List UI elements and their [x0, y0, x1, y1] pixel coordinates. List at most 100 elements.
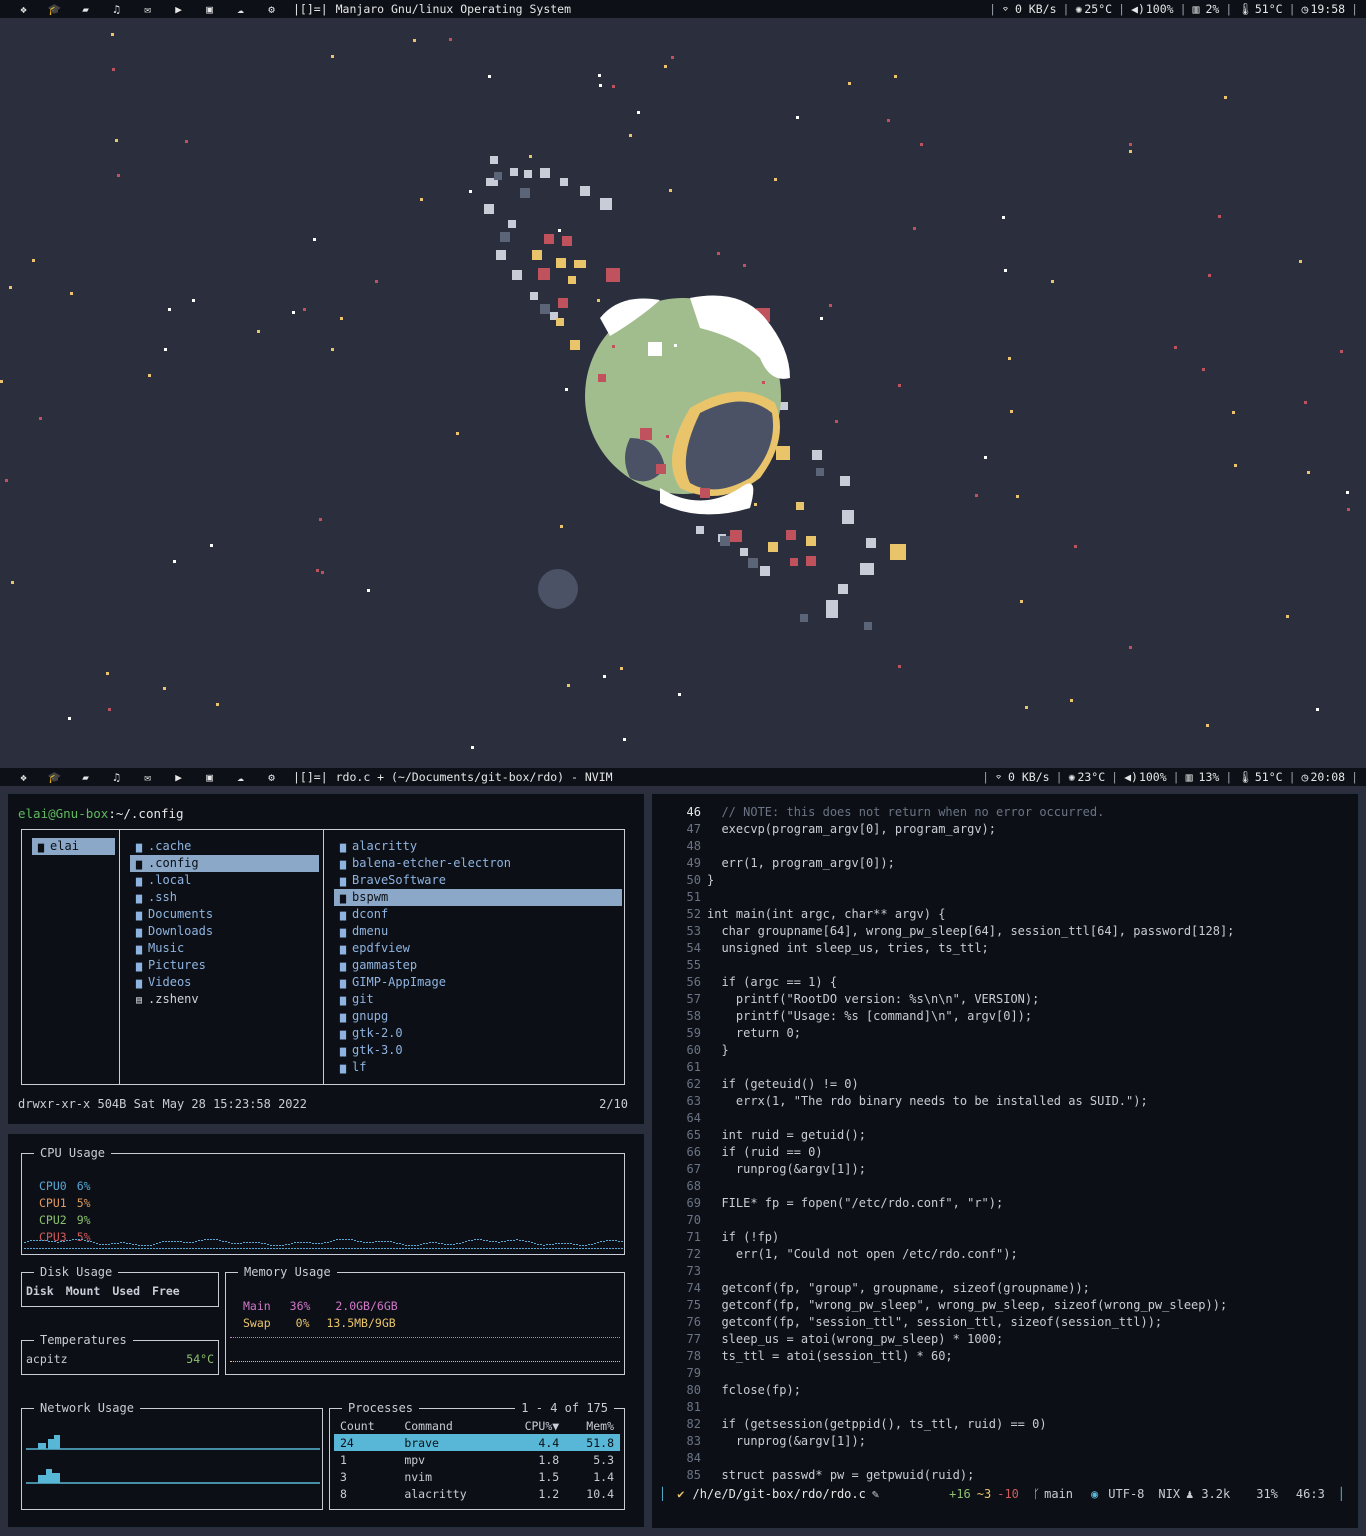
lf-entry-label: dmenu — [352, 924, 389, 938]
lf-dir-entry[interactable]: ▆ bspwm — [334, 889, 622, 906]
lf-dir-entry[interactable]: ▆ alacritty — [334, 838, 622, 855]
manjaro-icon[interactable]: ❖ — [8, 3, 39, 16]
line-number: 79 — [686, 1366, 701, 1380]
line-number: 82 — [686, 1417, 701, 1431]
lf-dir-entry[interactable]: ▆ GIMP-AppImage — [334, 974, 622, 991]
lf-dir-entry[interactable]: ▆ .local — [130, 872, 319, 889]
lf-dir-entry[interactable]: ▆ gnupg — [334, 1008, 622, 1025]
cloud-icon[interactable]: ☁ — [225, 771, 256, 784]
star — [117, 174, 120, 177]
process-column-header[interactable]: Command — [398, 1417, 501, 1434]
star — [420, 198, 423, 201]
mem-swap-label: Swap — [243, 1316, 271, 1330]
process-row[interactable]: 1 mpv 1.8 5.3 — [334, 1451, 620, 1468]
line-number: 55 — [686, 958, 701, 972]
music-icon[interactable]: ♫ — [101, 3, 132, 16]
mem-main-label: Main — [243, 1299, 271, 1313]
video-icon[interactable]: ▶ — [163, 3, 194, 16]
lf-dir-entry[interactable]: ▆ Documents — [130, 906, 319, 923]
cogs-icon[interactable]: ⚙ — [256, 771, 287, 784]
cpu-core-row: CPU1 5% — [39, 1196, 91, 1210]
lf-dir-entry[interactable]: ▆ Videos — [130, 974, 319, 991]
process-cell-cpu: 1.2 — [538, 1486, 560, 1501]
code-text: sleep_us = atoi(wrong_pw_sleep) * 1000; — [721, 1332, 1004, 1346]
lf-file-entry[interactable]: ▤ .zshenv — [130, 991, 319, 1008]
processes-box: Processes 1 - 4 of 175 Count Command CPU%▼… — [329, 1401, 625, 1510]
lf-entry-label: gammastep — [352, 958, 418, 972]
lf-dir-entry[interactable]: ▆ balena-etcher-electron — [334, 855, 622, 872]
thermometer-icon: 🌡 — [1238, 770, 1253, 784]
process-row[interactable]: 8 alacritty 1.2 10.4 — [334, 1485, 620, 1502]
folder-open-icon[interactable]: ▰ — [70, 771, 101, 784]
lf-dir-entry[interactable]: ▆ Downloads — [130, 923, 319, 940]
process-cell-cpu: 1.5 — [538, 1469, 560, 1484]
lf-dir-entry[interactable]: ▆ Pictures — [130, 957, 319, 974]
process-column-header[interactable]: Count — [334, 1417, 398, 1434]
star — [1224, 96, 1227, 99]
btop-window[interactable]: CPU Usage CPU0 6% CPU1 5% CPU2 9% CPU3 5% Disk … — [7, 1133, 645, 1528]
star — [1070, 699, 1073, 702]
nvim-editor-window[interactable]: 46 // NOTE: this does not return when no… — [651, 793, 1359, 1529]
star — [664, 65, 667, 68]
manjaro-icon[interactable]: ❖ — [8, 771, 39, 784]
star — [894, 75, 897, 78]
music-icon[interactable]: ♫ — [101, 771, 132, 784]
layout-indicator[interactable]: |[]=| — [293, 770, 328, 784]
lf-preview-column: ▆ alacritty ▆ balena-etcher-electron ▆ Bra… — [324, 830, 626, 1084]
lf-entry-label: Documents — [148, 907, 214, 921]
code-buffer[interactable]: 46 // NOTE: this does not return when no… — [652, 804, 1235, 1484]
code-line: 55 — [652, 957, 1234, 974]
process-column-header[interactable]: CPU%▼ — [501, 1417, 565, 1434]
lf-entry-label: .cache — [148, 839, 192, 853]
lf-entry-label: dconf — [352, 907, 389, 921]
lf-prompt: elai@Gnu-box:~/.config — [18, 806, 184, 821]
lf-dir-entry[interactable]: ▆ gammastep — [334, 957, 622, 974]
layout-indicator[interactable]: |[]=| — [293, 2, 328, 16]
cpu-temp: 51°C — [1254, 2, 1283, 16]
lf-dir-entry[interactable]: ▆ .ssh — [130, 889, 319, 906]
lf-dir-entry[interactable]: ▆ BraveSoftware — [334, 872, 622, 889]
cloud-icon[interactable]: ☁ — [225, 3, 256, 16]
image-icon[interactable]: ▣ — [194, 771, 225, 784]
lf-dir-entry[interactable]: ▆ .cache — [130, 838, 319, 855]
lf-entry-label: BraveSoftware — [352, 873, 446, 887]
video-icon[interactable]: ▶ — [163, 771, 194, 784]
lf-dir-entry[interactable]: ▆ elai — [32, 838, 115, 855]
mail-icon[interactable]: ✉ — [132, 771, 163, 784]
folder-icon: ▆ — [340, 1046, 353, 1057]
lf-dir-entry[interactable]: ▆ lf — [334, 1059, 622, 1076]
process-row[interactable]: 3 nvim 1.5 1.4 — [334, 1468, 620, 1485]
graduation-cap-icon[interactable]: 🎓 — [39, 3, 70, 16]
lf-dir-entry[interactable]: ▆ gtk-2.0 — [334, 1025, 622, 1042]
lf-dir-entry[interactable]: ▆ epdfview — [334, 940, 622, 957]
lf-dir-entry[interactable]: ▆ dconf — [334, 906, 622, 923]
star — [210, 544, 213, 547]
line-number: 50 — [686, 873, 701, 887]
line-number: 54 — [686, 941, 701, 955]
graduation-cap-icon[interactable]: 🎓 — [39, 771, 70, 784]
cogs-icon[interactable]: ⚙ — [256, 3, 287, 16]
disk-headers: Disk Mount Used Free — [26, 1284, 180, 1298]
lf-entry-label: elai — [50, 839, 79, 853]
image-icon[interactable]: ▣ — [194, 3, 225, 16]
lf-dir-entry[interactable]: ▆ git — [334, 991, 622, 1008]
lf-dir-entry[interactable]: ▆ gtk-3.0 — [334, 1042, 622, 1059]
line-number: 77 — [686, 1332, 701, 1346]
code-text: int ruid = getuid(); — [721, 1128, 866, 1142]
folder-open-icon[interactable]: ▰ — [70, 3, 101, 16]
process-column-header[interactable]: Mem% — [565, 1417, 620, 1434]
lf-file-manager-window[interactable]: elai@Gnu-box:~/.config ▆ elai ▆ .cache ▆ … — [7, 793, 645, 1125]
lf-dir-entry[interactable]: ▆ .config — [130, 855, 319, 872]
mail-icon[interactable]: ✉ — [132, 3, 163, 16]
lf-dir-entry[interactable]: ▆ Music — [130, 940, 319, 957]
code-line: 71 if (!fp) — [652, 1229, 1234, 1246]
diff-modified: ~3 — [976, 1487, 992, 1501]
code-text: if (argc == 1) { — [721, 975, 838, 989]
process-row[interactable]: 24 brave 4.4 51.8 — [334, 1434, 620, 1451]
lf-dir-entry[interactable]: ▆ dmenu — [334, 923, 622, 940]
